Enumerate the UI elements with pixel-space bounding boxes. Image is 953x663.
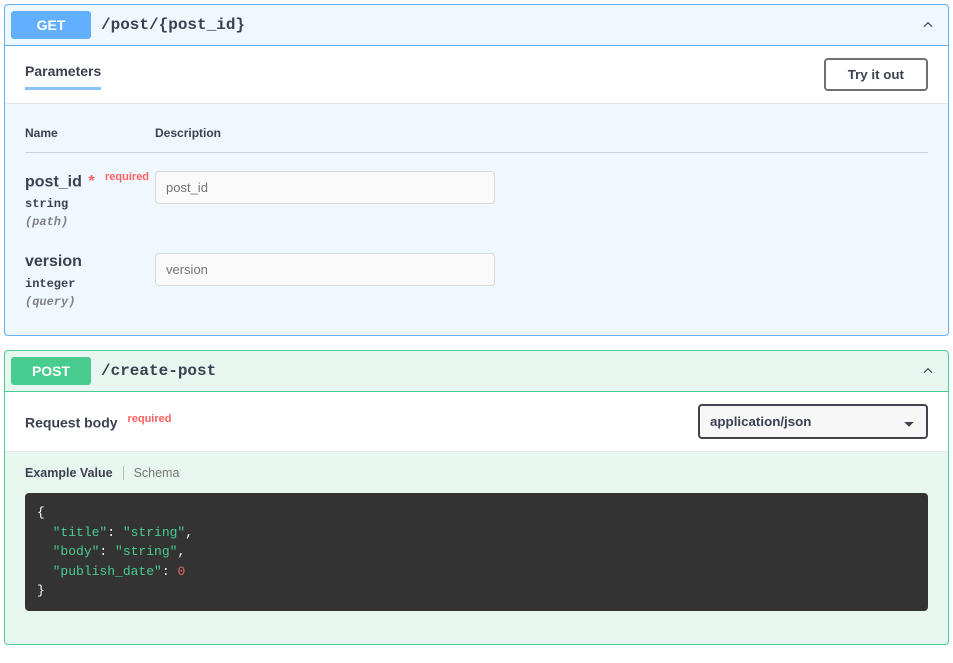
parameters-tab[interactable]: Parameters xyxy=(25,59,101,90)
tab-schema[interactable]: Schema xyxy=(134,466,180,480)
parameter-name: post_id * required xyxy=(25,171,155,191)
required-star-icon: * xyxy=(82,173,95,190)
parameter-input[interactable] xyxy=(155,171,495,204)
opblock-summary[interactable]: GET /post/{post_id} xyxy=(5,5,948,46)
opblock-post-create-post: POST /create-post Request body required … xyxy=(4,350,949,645)
example-value-code[interactable]: { "title": "string", "body": "string", "… xyxy=(25,493,928,611)
chevron-up-icon[interactable] xyxy=(918,361,938,381)
request-body-label-wrap: Request body required xyxy=(25,413,171,431)
body-view-tabs: Example Value Schema xyxy=(25,466,928,480)
method-badge: GET xyxy=(11,11,91,39)
required-badge: required xyxy=(99,171,149,183)
tab-separator xyxy=(123,466,124,480)
parameter-type: integer xyxy=(25,277,155,291)
media-type-select[interactable]: application/json xyxy=(698,404,928,439)
parameters-columns: Name Description xyxy=(25,114,928,153)
parameter-meta: post_id * required string (path) xyxy=(25,171,155,229)
request-body-header-row: Request body required application/json xyxy=(5,392,948,452)
parameter-input-cell xyxy=(155,253,495,309)
try-it-out-button[interactable]: Try it out xyxy=(824,58,928,91)
parameters-header-row: Parameters Try it out xyxy=(5,46,948,104)
request-body-panel: Example Value Schema { "title": "string"… xyxy=(5,452,948,644)
parameter-name-text: post_id xyxy=(25,173,82,190)
parameters-pane: Name Description post_id * required stri… xyxy=(5,104,948,335)
opblock-get-post: GET /post/{post_id} Parameters Try it ou… xyxy=(4,4,949,336)
parameter-in: (path) xyxy=(25,215,155,229)
required-badge: required xyxy=(121,413,171,425)
parameter-input[interactable] xyxy=(155,253,495,286)
parameter-name: version xyxy=(25,253,155,271)
col-desc: Description xyxy=(155,126,221,140)
parameter-in: (query) xyxy=(25,295,155,309)
chevron-up-icon[interactable] xyxy=(918,15,938,35)
tab-example-value[interactable]: Example Value xyxy=(25,466,113,480)
endpoint-path: /create-post xyxy=(101,362,918,380)
parameter-row: version integer (query) xyxy=(25,235,928,315)
endpoint-path: /post/{post_id} xyxy=(101,16,918,34)
method-badge: POST xyxy=(11,357,91,385)
col-name: Name xyxy=(25,126,155,140)
parameter-input-cell xyxy=(155,171,495,229)
parameter-name-text: version xyxy=(25,253,82,270)
request-body-label: Request body xyxy=(25,415,118,431)
parameter-meta: version integer (query) xyxy=(25,253,155,309)
parameter-type: string xyxy=(25,197,155,211)
parameter-row: post_id * required string (path) xyxy=(25,153,928,235)
opblock-summary[interactable]: POST /create-post xyxy=(5,351,948,392)
